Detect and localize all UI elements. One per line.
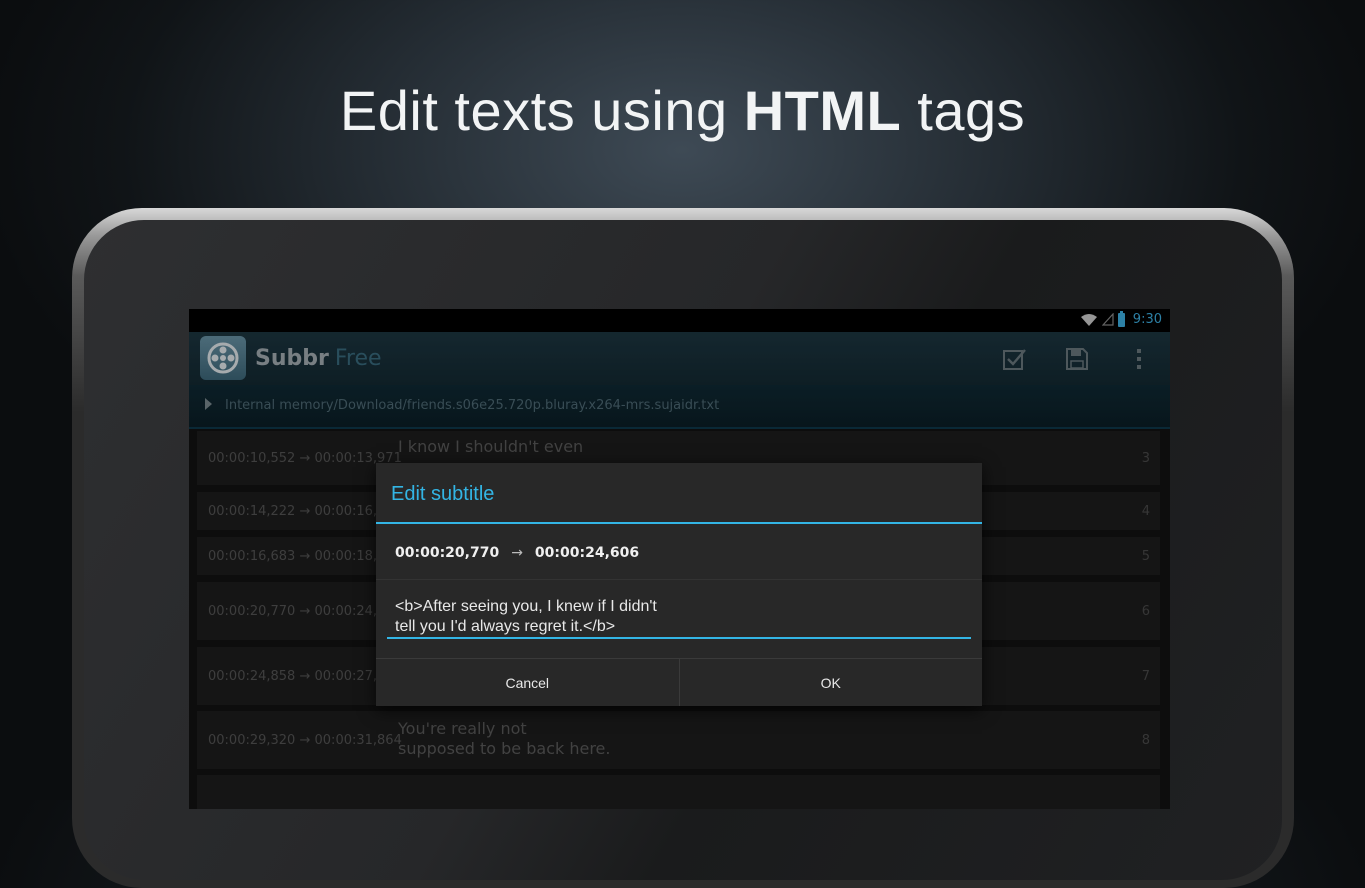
check-icon bbox=[1003, 349, 1026, 370]
battery-icon bbox=[1117, 310, 1125, 327]
dialog-title-divider bbox=[376, 522, 982, 524]
row-times: 00:00:29,320 → 00:00:31,864 bbox=[208, 733, 402, 748]
headline-prefix: Edit texts using bbox=[339, 79, 744, 142]
row-times: 00:00:16,683 → 00:00:18,60 bbox=[208, 549, 394, 564]
row-index: 7 bbox=[1141, 669, 1150, 684]
check-button[interactable] bbox=[1002, 346, 1028, 372]
subtitle-text-field[interactable]: <b>After seeing you, I knew if I didn't … bbox=[387, 591, 971, 639]
app-title: Subbr Free bbox=[255, 346, 382, 371]
save-button[interactable] bbox=[1064, 346, 1090, 372]
headline: Edit texts using HTML tags bbox=[0, 78, 1365, 143]
subtitle-row[interactable] bbox=[197, 775, 1160, 809]
action-bar: Subbr Free bbox=[189, 332, 1170, 385]
app-logo-icon[interactable] bbox=[200, 336, 246, 380]
dialog-buttons: Cancel OK bbox=[376, 658, 982, 706]
start-time[interactable]: 00:00:20,770 bbox=[395, 545, 499, 561]
row-index: 8 bbox=[1141, 733, 1150, 748]
row-times: 00:00:14,222 → 00:00:16,43 bbox=[208, 504, 394, 519]
headline-bold: HTML bbox=[743, 79, 902, 142]
row-times: 00:00:20,770 → 00:00:24,60 bbox=[208, 604, 394, 619]
expand-arrow-icon[interactable] bbox=[205, 398, 212, 410]
subtitle-row[interactable]: 00:00:29,320 → 00:00:31,864 You're reall… bbox=[197, 711, 1160, 769]
wifi-icon bbox=[1080, 313, 1097, 326]
save-icon bbox=[1066, 348, 1088, 370]
edit-subtitle-dialog: Edit subtitle 00:00:20,770 → 00:00:24,606 … bbox=[376, 463, 982, 706]
row-index: 6 bbox=[1141, 604, 1150, 619]
end-time[interactable]: 00:00:24,606 bbox=[535, 545, 639, 561]
row-times: 00:00:10,552 → 00:00:13,971 bbox=[208, 451, 402, 466]
app-name: Subbr bbox=[255, 346, 329, 371]
row-text: supposed to be back here. bbox=[398, 739, 611, 758]
dialog-separator bbox=[376, 579, 982, 580]
row-text: You're really not bbox=[398, 719, 527, 738]
app-edition: Free bbox=[334, 346, 382, 371]
row-index: 4 bbox=[1141, 504, 1150, 519]
row-times: 00:00:24,858 → 00:00:27,94 bbox=[208, 669, 394, 684]
time-arrow: → bbox=[511, 545, 523, 561]
subtitle-text-value[interactable]: <b>After seeing you, I knew if I didn't … bbox=[395, 597, 657, 637]
overflow-menu-button[interactable] bbox=[1126, 346, 1152, 372]
path-bar[interactable]: Internal memory/Download/friends.s06e25.… bbox=[189, 385, 1170, 429]
cancel-button[interactable]: Cancel bbox=[376, 659, 679, 706]
file-path: Internal memory/Download/friends.s06e25.… bbox=[225, 398, 720, 413]
row-index: 5 bbox=[1141, 549, 1150, 564]
status-bar: 9:30 bbox=[189, 309, 1170, 332]
signal-icon bbox=[1101, 313, 1114, 326]
status-icons: 9:30 bbox=[1080, 310, 1162, 327]
status-time: 9:30 bbox=[1132, 312, 1162, 327]
row-text: I know I shouldn't even bbox=[398, 437, 584, 456]
dialog-title: Edit subtitle bbox=[391, 483, 495, 505]
dialog-timestamps: 00:00:20,770 → 00:00:24,606 bbox=[395, 545, 639, 561]
row-index: 3 bbox=[1141, 451, 1150, 466]
ok-button[interactable]: OK bbox=[678, 659, 983, 706]
overflow-menu-icon bbox=[1137, 349, 1141, 369]
headline-suffix: tags bbox=[901, 79, 1026, 142]
